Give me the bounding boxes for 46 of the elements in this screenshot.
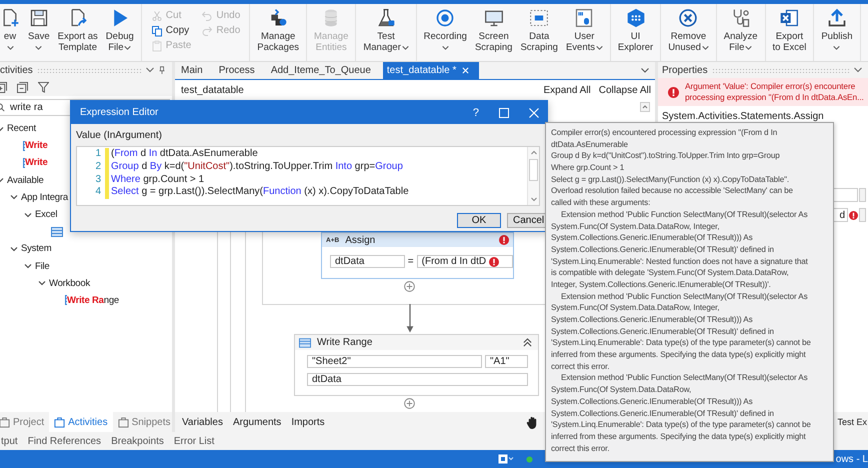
panel-title: ctivities xyxy=(0,64,33,76)
tooltip-line: correct this error. xyxy=(551,442,610,454)
tooltip-line: System.Collections.Generic.IEnumerable(Of TResult))) As xyxy=(551,314,753,326)
tooltip-line: inferred from these arguments. Specifying the data type(s) explicitly might xyxy=(551,349,806,361)
tooltip-line: Select g = grp.Last()).SelectMany(Function (x) x).CopyToDataTable". xyxy=(551,174,789,186)
tooltip-line: System.Collections.Generic.IEnumerable(Of TResult)' defined in xyxy=(551,326,774,338)
tooltip-line: Integer, System.Collections.Generic.IEnumerable(Of TResult))'. xyxy=(551,278,771,291)
tooltip-line: System.Func(Of System.Data.DataRow, xyxy=(551,384,692,396)
tooltip-line: 'System.Linq.Enumerable': Data type(s) of the type parameter(s) cannot be xyxy=(551,419,811,431)
tooltip-line: System.Collections.Generic.IEnumerable(Of TResult))) As xyxy=(551,396,753,408)
tooltip-line: System.Collections.Generic.IEnumerable(Of TResult)' defined in xyxy=(551,408,774,420)
field-label: Value (InArgument) xyxy=(75,129,163,141)
tooltip-line: dtData.AsEnumerable xyxy=(551,138,628,150)
equals-sign: = xyxy=(408,256,414,267)
panel-title: Properties xyxy=(662,64,708,76)
tooltip-line: Extension method 'Public Function SelectMany(Of TResult)(selector As xyxy=(560,290,808,302)
tooltip-line: Compiler error(s) encountered processing expression "(From d In xyxy=(551,127,778,139)
activity-type: System.Activities.Statements.Assign xyxy=(661,110,825,122)
code-line: Select g = grp.Last()).SelectMany(Function (x) x).CopyToDataTable xyxy=(110,186,409,200)
line-number: 4 xyxy=(94,186,102,200)
tooltip-line: inferred from these arguments. Specifying the data type(s) explicitly might xyxy=(551,430,806,443)
tooltip-line: Where grp.Count > 1 xyxy=(551,162,624,174)
tooltip-line: System.Collections.Generic.IEnumerable(Of TResult))) As xyxy=(551,232,753,244)
tooltip-line: correct this error. xyxy=(551,360,610,372)
tooltip-line: is compatible with delegate 'System.Func(Of System.Data.DataRow, xyxy=(551,267,789,279)
tooltip-line: called with these arguments: xyxy=(551,197,650,209)
code-line: (From d In dtData.AsEnumerable xyxy=(110,148,258,161)
line-number: 2 xyxy=(94,160,102,174)
dialog-title: Expression Editor xyxy=(80,107,158,118)
status-text: ows - L xyxy=(836,454,868,464)
tooltip-line: System.Func(Of System.Data.DataRow, Integer, xyxy=(551,220,720,232)
tooltip-line: System.Func(Of System.Data.DataRow, Integer, xyxy=(551,302,720,314)
tooltip-line: 'System.Linq.Enumerable': Data type(s) of the type parameter(s) cannot be xyxy=(551,337,811,350)
tooltip-line: 'System.Linq.Enumerable': Nested function does not have a signature that xyxy=(551,256,808,268)
error-message: Argument 'Value': Compiler error(s) encountere processing expression "(From d In dtData.AsEn... xyxy=(685,80,864,104)
activity-title: Assign xyxy=(345,234,376,246)
code-line: Where grp.Count > 1 xyxy=(110,174,204,186)
activity-title: Write Range xyxy=(317,337,372,348)
tooltip-line: Overload resolution failed because no accessible 'SelectMany' can be xyxy=(551,185,793,198)
tooltip-line: System.Collections.Generic.IEnumerable(Of TResult)' defined in xyxy=(551,244,774,256)
code-line: Group d By k=d("UnitCost").toString.ToUpper.Trim Into grp=Group xyxy=(110,160,403,174)
line-number: 3 xyxy=(94,174,102,186)
tooltip-line: Group d By k=d("UnitCost").toString.ToUpper.Trim Into grp=Group xyxy=(551,150,780,162)
line-number: 1 xyxy=(94,148,102,161)
tooltip-line: Extension method 'Public Function SelectMany(Of TResult)(selector As xyxy=(560,208,808,220)
tooltip-line: Extension method 'Public Function SelectMany(Of TResult)(selector As xyxy=(560,372,808,384)
